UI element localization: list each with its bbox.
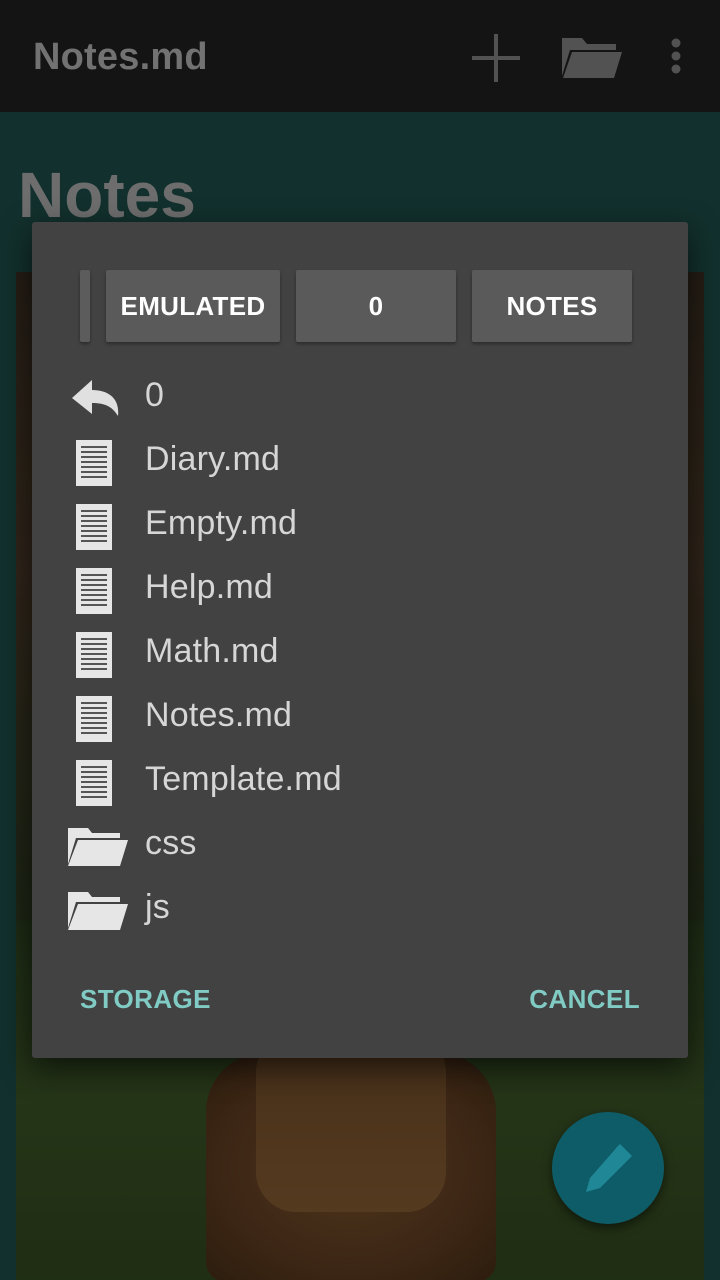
list-item-label: 0: [145, 376, 165, 414]
folder-item-css[interactable]: css: [32, 814, 688, 878]
back-arrow-icon: [68, 372, 128, 424]
edit-fab-button[interactable]: [552, 1112, 664, 1224]
document-icon: [68, 500, 128, 552]
document-icon: [68, 564, 128, 616]
cancel-button[interactable]: CANCEL: [529, 984, 640, 1015]
parent-directory-item[interactable]: 0: [32, 366, 688, 430]
file-list: 0 Diary.md Empty.md Help.md Math.md Note…: [32, 366, 688, 942]
breadcrumb-scroll-edge[interactable]: [80, 270, 90, 342]
storage-button[interactable]: STORAGE: [80, 984, 211, 1015]
list-item-label: Math.md: [145, 632, 279, 670]
breadcrumb-notes[interactable]: NOTES: [472, 270, 632, 342]
file-item-template[interactable]: Template.md: [32, 750, 688, 814]
breadcrumb: EMULATED 0 NOTES: [80, 270, 640, 342]
file-item-diary[interactable]: Diary.md: [32, 430, 688, 494]
list-item-label: Notes.md: [145, 696, 293, 734]
file-item-empty[interactable]: Empty.md: [32, 494, 688, 558]
file-item-help[interactable]: Help.md: [32, 558, 688, 622]
breadcrumb-emulated[interactable]: EMULATED: [106, 270, 280, 342]
pencil-icon: [586, 1144, 632, 1192]
file-picker-dialog: EMULATED 0 NOTES 0 Diary.md Empty.md Hel…: [32, 222, 688, 1058]
document-icon: [68, 756, 128, 808]
folder-item-js[interactable]: js: [32, 878, 688, 942]
folder-icon: [68, 884, 128, 936]
file-item-math[interactable]: Math.md: [32, 622, 688, 686]
breadcrumb-0[interactable]: 0: [296, 270, 456, 342]
list-item-label: css: [145, 824, 197, 862]
list-item-label: Diary.md: [145, 440, 281, 478]
folder-icon: [68, 820, 128, 872]
document-icon: [68, 436, 128, 488]
list-item-label: Help.md: [145, 568, 274, 606]
file-item-notes[interactable]: Notes.md: [32, 686, 688, 750]
document-icon: [68, 628, 128, 680]
screen: Notes Notes.md EMULATED 0 NOTES 0 Diary.…: [0, 0, 720, 1280]
list-item-label: Template.md: [145, 760, 342, 798]
list-item-label: Empty.md: [145, 504, 298, 542]
document-icon: [68, 692, 128, 744]
list-item-label: js: [145, 888, 170, 926]
